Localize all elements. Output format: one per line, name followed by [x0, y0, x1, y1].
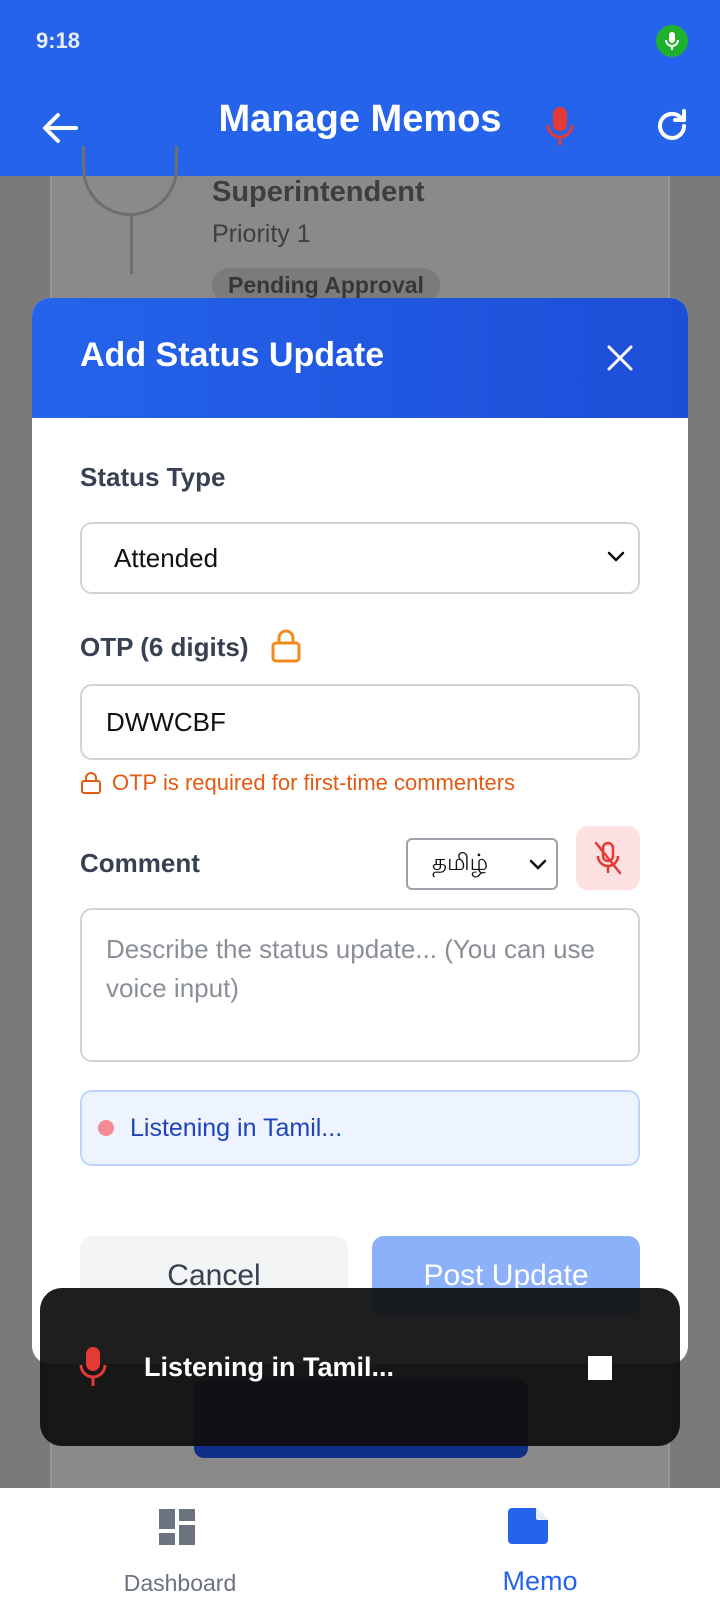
- lock-icon: [81, 772, 101, 794]
- status-type-select[interactable]: Attended: [80, 522, 640, 594]
- listening-toast: Listening in Tamil...: [40, 1288, 680, 1446]
- nav-item-dashboard[interactable]: Dashboard: [0, 1488, 360, 1604]
- language-select[interactable]: தமிழ்: [406, 838, 558, 890]
- memo-icon: [508, 1508, 548, 1544]
- otp-warning-text: OTP is required for first-time commenter…: [112, 770, 516, 795]
- mic-off-icon: [594, 841, 622, 875]
- status-time: 9:18: [36, 28, 81, 53]
- page-title: Manage Memos: [218, 98, 502, 140]
- comment-label: Comment: [80, 848, 200, 878]
- stop-icon[interactable]: [588, 1356, 612, 1380]
- language-value: தமிழ்: [432, 849, 489, 876]
- timeline-node-icon: [82, 146, 178, 216]
- otp-warning: OTP is required for first-time commenter…: [80, 770, 515, 796]
- microphone-icon: [79, 1347, 107, 1386]
- microphone-icon[interactable]: [540, 100, 580, 152]
- listening-indicator: Listening in Tamil...: [80, 1090, 640, 1166]
- nav-item-memo[interactable]: Memo: [360, 1488, 720, 1604]
- close-icon[interactable]: [596, 334, 644, 382]
- nav-label-memo: Memo: [502, 1566, 578, 1596]
- status-type-value: Attended: [114, 542, 219, 573]
- toast-text: Listening in Tamil...: [144, 1352, 395, 1382]
- nav-label-dashboard: Dashboard: [123, 1570, 237, 1596]
- status-type-label: Status Type: [80, 462, 226, 492]
- comment-textarea[interactable]: Describe the status update... (You can u…: [80, 908, 640, 1062]
- chevron-down-icon: [529, 859, 547, 870]
- mic-off-button[interactable]: [576, 826, 640, 890]
- otp-label: OTP (6 digits): [80, 632, 249, 662]
- refresh-icon[interactable]: [648, 102, 696, 150]
- approver-priority: Priority 1: [212, 220, 311, 248]
- mic-active-indicator-icon: [656, 25, 688, 57]
- approver-role: Superintendent: [212, 176, 425, 208]
- dialog-header: Add Status Update: [32, 298, 688, 418]
- recording-dot-icon: [98, 1120, 114, 1136]
- status-bar: 9:18: [0, 0, 720, 80]
- dashboard-icon: [159, 1509, 195, 1545]
- dialog-title: Add Status Update: [80, 336, 385, 374]
- listening-text: Listening in Tamil...: [130, 1113, 343, 1142]
- chevron-down-icon: [607, 551, 625, 562]
- otp-field[interactable]: DWWCBF: [80, 684, 640, 760]
- lock-icon: [271, 629, 301, 663]
- bottom-navigation: Dashboard Memo: [0, 1488, 720, 1604]
- timeline-connector: [130, 216, 133, 274]
- add-status-update-dialog: Add Status Update Status Type Attended O…: [32, 298, 688, 1364]
